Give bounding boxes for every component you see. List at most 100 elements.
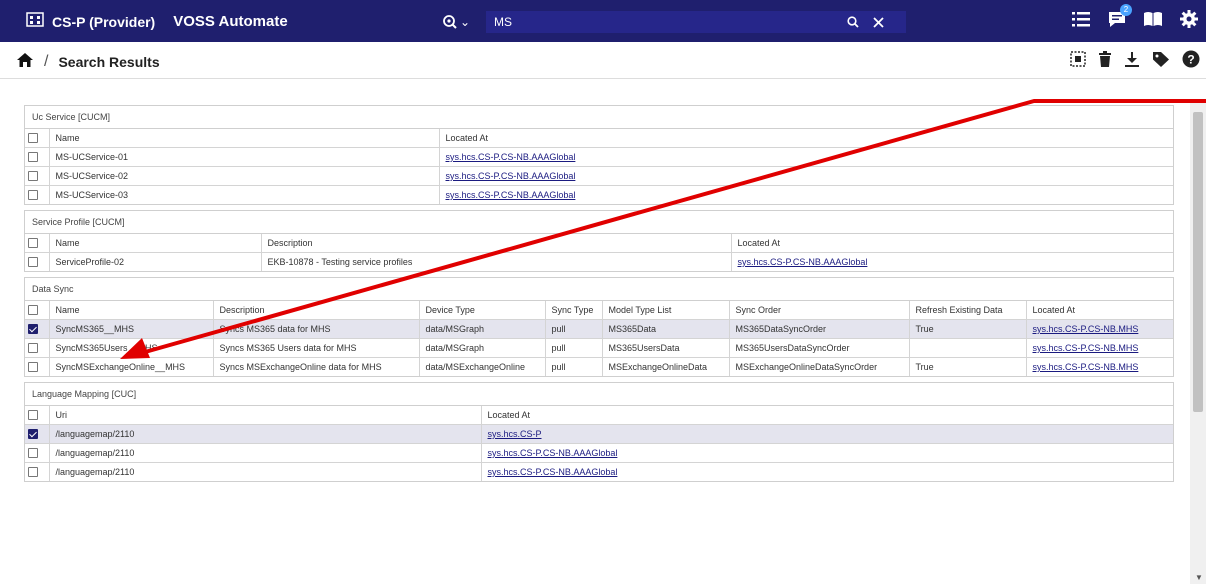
row-checkbox[interactable] [28,343,38,354]
section-service-profile-cucm: Service Profile [CUCM] Name Description Loc… [24,210,1174,272]
home-icon[interactable] [16,52,34,71]
row-select-cell [25,166,50,186]
table-cell: MSExchangeOnlineDataSyncOrder [729,357,910,376]
search-actions [847,15,884,33]
row-checkbox[interactable] [28,429,38,440]
notifications-icon[interactable]: 2 [1106,4,1132,30]
column-header[interactable]: Name [49,234,262,253]
table-cell: sys.hcs.CS-P.CS-NB.MHS [1026,319,1173,339]
help-icon[interactable]: ? [1182,50,1200,73]
clear-icon[interactable] [873,15,884,33]
located-at-link[interactable]: sys.hcs.CS-P.CS-NB.MHS [1033,324,1139,334]
row-checkbox[interactable] [28,448,38,459]
row-select-cell [25,443,50,463]
located-at-link[interactable]: sys.hcs.CS-P.CS-NB.AAAGlobal [446,171,576,181]
located-at-link[interactable]: sys.hcs.CS-P [488,429,542,439]
select-all-cell [25,234,50,253]
search-icon[interactable] [847,15,859,33]
column-header[interactable]: Name [49,301,214,320]
row-select-cell [25,147,50,167]
table-cell: sys.hcs.CS-P.CS-NB.AAAGlobal [481,443,1173,463]
list-icon[interactable] [1070,8,1092,30]
row-checkbox[interactable] [28,467,38,478]
table-row[interactable]: MS-UCService-03 sys.hcs.CS-P.CS-NB.AAAGlo… [25,185,1173,205]
header-row: Name Description Device Type Sync Type Model… [25,301,1173,320]
row-checkbox[interactable] [28,190,38,201]
select-all-icon[interactable] [1070,51,1086,72]
scroll-down-icon[interactable]: ▼ [1195,573,1203,582]
breadcrumb-bar: / Search Results ? [0,42,1206,79]
column-header[interactable]: Uri [49,406,482,425]
table-cell: data/MSGraph [419,319,546,339]
table-cell: /languagemap/2110 [49,462,482,481]
gear-icon[interactable] [1178,8,1200,30]
search-scope-dropdown[interactable]: ⌄ [442,14,486,30]
building-icon[interactable] [26,11,44,32]
results-table: Name Description Located At ServiceProfile-… [25,234,1173,271]
book-icon[interactable] [1142,8,1164,30]
table-cell: MS-UCService-03 [49,185,440,204]
table-row[interactable]: SyncMS365__MHS Syncs MS365 data for MHS da… [25,319,1173,339]
svg-text:?: ? [1187,53,1194,67]
header-row: Name Description Located At [25,234,1173,253]
table-row[interactable]: /languagemap/2110 sys.hcs.CS-P.CS-NB.AAAG… [25,462,1173,481]
table-row[interactable]: /languagemap/2110 sys.hcs.CS-P [25,424,1173,444]
column-header[interactable]: Refresh Existing Data [909,301,1027,320]
results-table: Name Description Device Type Sync Type Model… [25,301,1173,376]
column-header[interactable]: Located At [731,234,1173,253]
table-cell: data/MSGraph [419,338,546,358]
column-header[interactable]: Located At [439,129,1173,148]
column-header[interactable]: Description [213,301,420,320]
located-at-link[interactable]: sys.hcs.CS-P.CS-NB.AAAGlobal [446,152,576,162]
located-at-link[interactable]: sys.hcs.CS-P.CS-NB.AAAGlobal [488,448,618,458]
table-cell: True [909,357,1027,376]
table-row[interactable]: ServiceProfile-02 EKB-10878 - Testing ser… [25,252,1173,271]
located-at-link[interactable]: sys.hcs.CS-P.CS-NB.MHS [1033,362,1139,372]
row-checkbox[interactable] [28,171,38,182]
row-checkbox[interactable] [28,362,38,373]
located-at-link[interactable]: sys.hcs.CS-P.CS-NB.MHS [1033,343,1139,353]
download-icon[interactable] [1124,51,1140,73]
table-row[interactable]: SyncMS365Users__MHS Syncs MS365 Users dat… [25,338,1173,358]
select-all-checkbox[interactable] [28,238,38,249]
row-select-cell [25,357,50,376]
select-all-checkbox[interactable] [28,305,38,316]
column-header[interactable]: Name [49,129,440,148]
header-row: Uri Located At [25,406,1173,425]
table-cell: MS365UsersDataSyncOrder [729,338,910,358]
delete-icon[interactable] [1098,50,1112,73]
located-at-link[interactable]: sys.hcs.CS-P.CS-NB.AAAGlobal [738,257,868,267]
row-checkbox[interactable] [28,152,38,163]
table-cell: True [909,319,1027,339]
tenant-label[interactable]: CS-P (Provider) [52,14,155,30]
select-all-checkbox[interactable] [28,133,38,144]
column-header[interactable]: Device Type [419,301,546,320]
scrollbar-thumb[interactable] [1193,112,1203,412]
table-row[interactable]: MS-UCService-02 sys.hcs.CS-P.CS-NB.AAAGlo… [25,166,1173,186]
table-cell: sys.hcs.CS-P.CS-NB.AAAGlobal [439,147,1173,167]
notification-badge: 2 [1120,4,1132,16]
table-cell: pull [545,357,603,376]
table-row[interactable]: SyncMSExchangeOnline__MHS Syncs MSExchang… [25,357,1173,376]
section-title: Uc Service [CUCM] [25,106,1173,129]
column-header[interactable]: Sync Type [545,301,603,320]
column-header[interactable]: Model Type List [602,301,730,320]
located-at-link[interactable]: sys.hcs.CS-P.CS-NB.AAAGlobal [488,467,618,477]
select-all-checkbox[interactable] [28,410,38,421]
table-row[interactable]: MS-UCService-01 sys.hcs.CS-P.CS-NB.AAAGlo… [25,147,1173,167]
row-checkbox[interactable] [28,257,38,268]
tag-icon[interactable] [1152,51,1170,73]
vertical-scrollbar[interactable]: ▼ [1190,100,1206,584]
table-cell: data/MSExchangeOnline [419,357,546,376]
located-at-link[interactable]: sys.hcs.CS-P.CS-NB.AAAGlobal [446,190,576,200]
table-row[interactable]: /languagemap/2110 sys.hcs.CS-P.CS-NB.AAAG… [25,443,1173,463]
column-header[interactable]: Description [261,234,732,253]
table-cell: Syncs MSExchangeOnline data for MHS [213,357,420,376]
column-header[interactable]: Located At [1026,301,1173,320]
column-header[interactable]: Located At [481,406,1173,425]
column-header[interactable]: Sync Order [729,301,910,320]
table-cell: sys.hcs.CS-P.CS-NB.AAAGlobal [439,186,1173,205]
search-input[interactable] [486,11,906,33]
section-language-mapping-cuc: Language Mapping [CUC] Uri Located At/lang… [24,382,1174,482]
row-checkbox[interactable] [28,324,38,335]
